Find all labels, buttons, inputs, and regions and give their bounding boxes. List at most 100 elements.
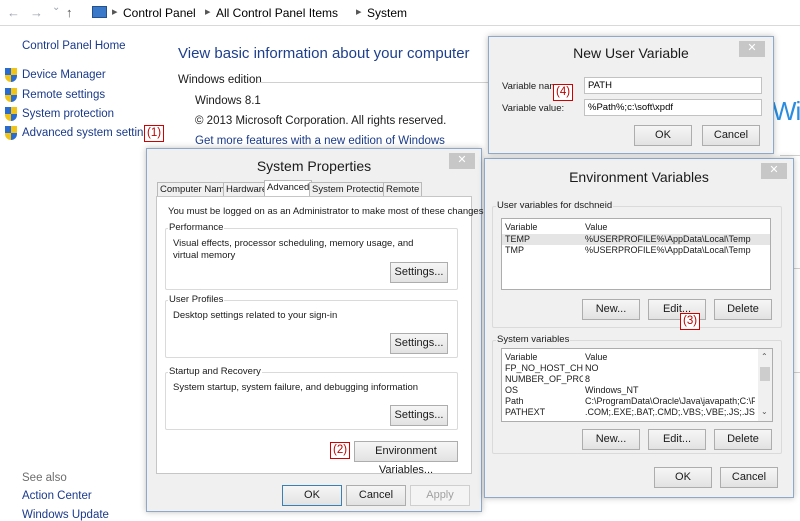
annotation-2: (2) (330, 442, 351, 459)
shield-icon (5, 88, 17, 102)
startup-recovery-label: Startup and Recovery (168, 366, 262, 377)
list-item[interactable]: PATHEXT .COM;.EXE;.BAT;.CMD;.VBS;.VBE;.J… (502, 407, 772, 418)
shield-icon (5, 126, 17, 140)
user-variables-list[interactable]: Variable Value TEMP %USERPROFILE%\AppDat… (501, 218, 771, 290)
system-delete-button[interactable]: Delete (714, 429, 772, 450)
close-icon[interactable]: ✕ (739, 41, 765, 57)
user-profiles-text: Desktop settings related to your sign-in (173, 310, 338, 321)
user-profiles-label: User Profiles (168, 294, 225, 305)
advanced-system-settings-link[interactable]: Advanced system settings (22, 127, 156, 139)
tab-system-protection[interactable]: System Protection (309, 182, 393, 196)
variable-name: Path (505, 396, 524, 406)
see-also-heading: See also (22, 472, 67, 484)
variable-name-field[interactable]: PATH (584, 77, 762, 94)
close-icon[interactable]: ✕ (761, 163, 787, 179)
new-var-cancel-button[interactable]: Cancel (702, 125, 760, 146)
scrollbar-thumb[interactable] (760, 367, 770, 381)
env-cancel-button[interactable]: Cancel (720, 467, 778, 488)
performance-settings-button[interactable]: Settings... (390, 262, 448, 283)
list-item[interactable]: TMP %USERPROFILE%\AppData\Local\Temp (502, 245, 770, 256)
remote-settings-link[interactable]: Remote settings (22, 89, 105, 101)
list-header: Variable Value (502, 352, 772, 363)
startup-recovery-text: System startup, system failure, and debu… (173, 382, 419, 393)
breadcrumb-control-panel[interactable]: Control Panel (123, 6, 196, 20)
list-item[interactable]: TEMP %USERPROFILE%\AppData\Local\Temp (502, 234, 770, 245)
breadcrumb-separator: ▸ (356, 6, 362, 18)
variable-value: %USERPROFILE%\AppData\Local\Temp (585, 245, 751, 255)
shield-icon (5, 68, 17, 82)
variable-name: NUMBER_OF_PRO... (505, 374, 583, 384)
windows-logo-text: Wi (772, 96, 800, 126)
variable-value: Windows_NT (585, 385, 639, 395)
cancel-button[interactable]: Cancel (346, 485, 406, 506)
apply-button[interactable]: Apply (410, 485, 470, 506)
section-divider (780, 155, 800, 156)
variable-name: FP_NO_HOST_CH... (505, 363, 583, 373)
col-variable-header[interactable]: Variable (505, 222, 537, 233)
windows-update-link[interactable]: Windows Update (22, 509, 109, 521)
list-item[interactable]: Path C:\ProgramData\Oracle\Java\javapath… (502, 396, 772, 407)
tab-advanced[interactable]: Advanced (264, 180, 313, 197)
system-variables-list[interactable]: Variable Value FP_NO_HOST_CH... NO NUMBE… (501, 348, 773, 422)
system-new-button[interactable]: New... (582, 429, 640, 450)
system-protection-link[interactable]: System protection (22, 108, 114, 120)
variable-name: PATHEXT (505, 407, 546, 417)
user-delete-button[interactable]: Delete (714, 299, 772, 320)
admin-note: You must be logged on as an Administrato… (168, 206, 487, 217)
variable-name: TMP (505, 245, 524, 255)
more-features-link[interactable]: Get more features with a new edition of … (195, 135, 445, 147)
dialog-title: New User Variable (573, 45, 689, 61)
user-new-button[interactable]: New... (582, 299, 640, 320)
back-arrow-icon[interactable]: ← (7, 5, 20, 20)
list-item[interactable]: NUMBER_OF_PRO... 8 (502, 374, 772, 385)
user-profiles-settings-button[interactable]: Settings... (390, 333, 448, 354)
startup-settings-button[interactable]: Settings... (390, 405, 448, 426)
variable-value: .COM;.EXE;.BAT;.CMD;.VBS;.VBE;.JS;.JSE;.… (585, 407, 755, 417)
action-center-link[interactable]: Action Center (22, 490, 92, 502)
dialog-title: Environment Variables (569, 169, 709, 185)
list-item[interactable]: FP_NO_HOST_CH... NO (502, 363, 772, 374)
breadcrumb-all-items[interactable]: All Control Panel Items (216, 6, 338, 20)
shield-icon (5, 107, 17, 121)
env-ok-button[interactable]: OK (654, 467, 712, 488)
section-divider (258, 82, 490, 83)
annotation-1: (1) (144, 125, 165, 142)
tab-remote[interactable]: Remote (383, 182, 423, 196)
annotation-3: (3) (680, 313, 701, 330)
col-value-header[interactable]: Value (585, 352, 607, 363)
system-variables-heading: System variables (496, 334, 571, 345)
system-edit-button[interactable]: Edit... (648, 429, 706, 450)
list-item[interactable]: OS Windows_NT (502, 385, 772, 396)
scroll-down-icon[interactable]: ⌄ (761, 407, 768, 416)
system-list-scrollbar[interactable]: ⌃ ⌄ (758, 349, 772, 421)
performance-text: Visual effects, processor scheduling, me… (173, 238, 414, 261)
dialog-title: System Properties (256, 158, 372, 174)
up-arrow-icon[interactable]: ↑ (66, 5, 73, 20)
forward-arrow-icon[interactable]: → (30, 5, 43, 20)
col-variable-header[interactable]: Variable (505, 352, 537, 363)
breadcrumb-system[interactable]: System (367, 6, 407, 20)
scroll-up-icon[interactable]: ⌃ (761, 352, 768, 361)
variable-value: C:\ProgramData\Oracle\Java\javapath;C:\P… (585, 396, 755, 406)
variable-value: 8 (585, 374, 591, 384)
variable-value-label: Variable value: (502, 103, 565, 114)
device-manager-link[interactable]: Device Manager (22, 69, 106, 81)
variable-value: NO (585, 363, 599, 373)
windows-edition-heading: Windows edition (178, 74, 262, 86)
new-var-ok-button[interactable]: OK (634, 125, 692, 146)
list-header: Variable Value (502, 222, 770, 233)
variable-name: OS (505, 385, 519, 395)
performance-label: Performance (168, 222, 225, 233)
annotation-4: (4) (553, 84, 574, 101)
tab-computer-name[interactable]: Computer Name (157, 182, 233, 196)
col-value-header[interactable]: Value (585, 222, 607, 233)
variable-value-field[interactable]: %Path%;c:\soft\xpdf (584, 99, 762, 116)
control-panel-home-link[interactable]: Control Panel Home (22, 40, 126, 52)
history-dropdown-icon[interactable]: ⌄ (52, 2, 60, 13)
ok-button[interactable]: OK (282, 485, 342, 506)
windows-edition-value: Windows 8.1 (195, 95, 261, 107)
variable-name: TEMP (505, 234, 531, 244)
close-icon[interactable]: ✕ (449, 153, 475, 169)
copyright-text: © 2013 Microsoft Corporation. All rights… (195, 115, 447, 127)
environment-variables-button[interactable]: Environment Variables... (354, 441, 458, 476)
